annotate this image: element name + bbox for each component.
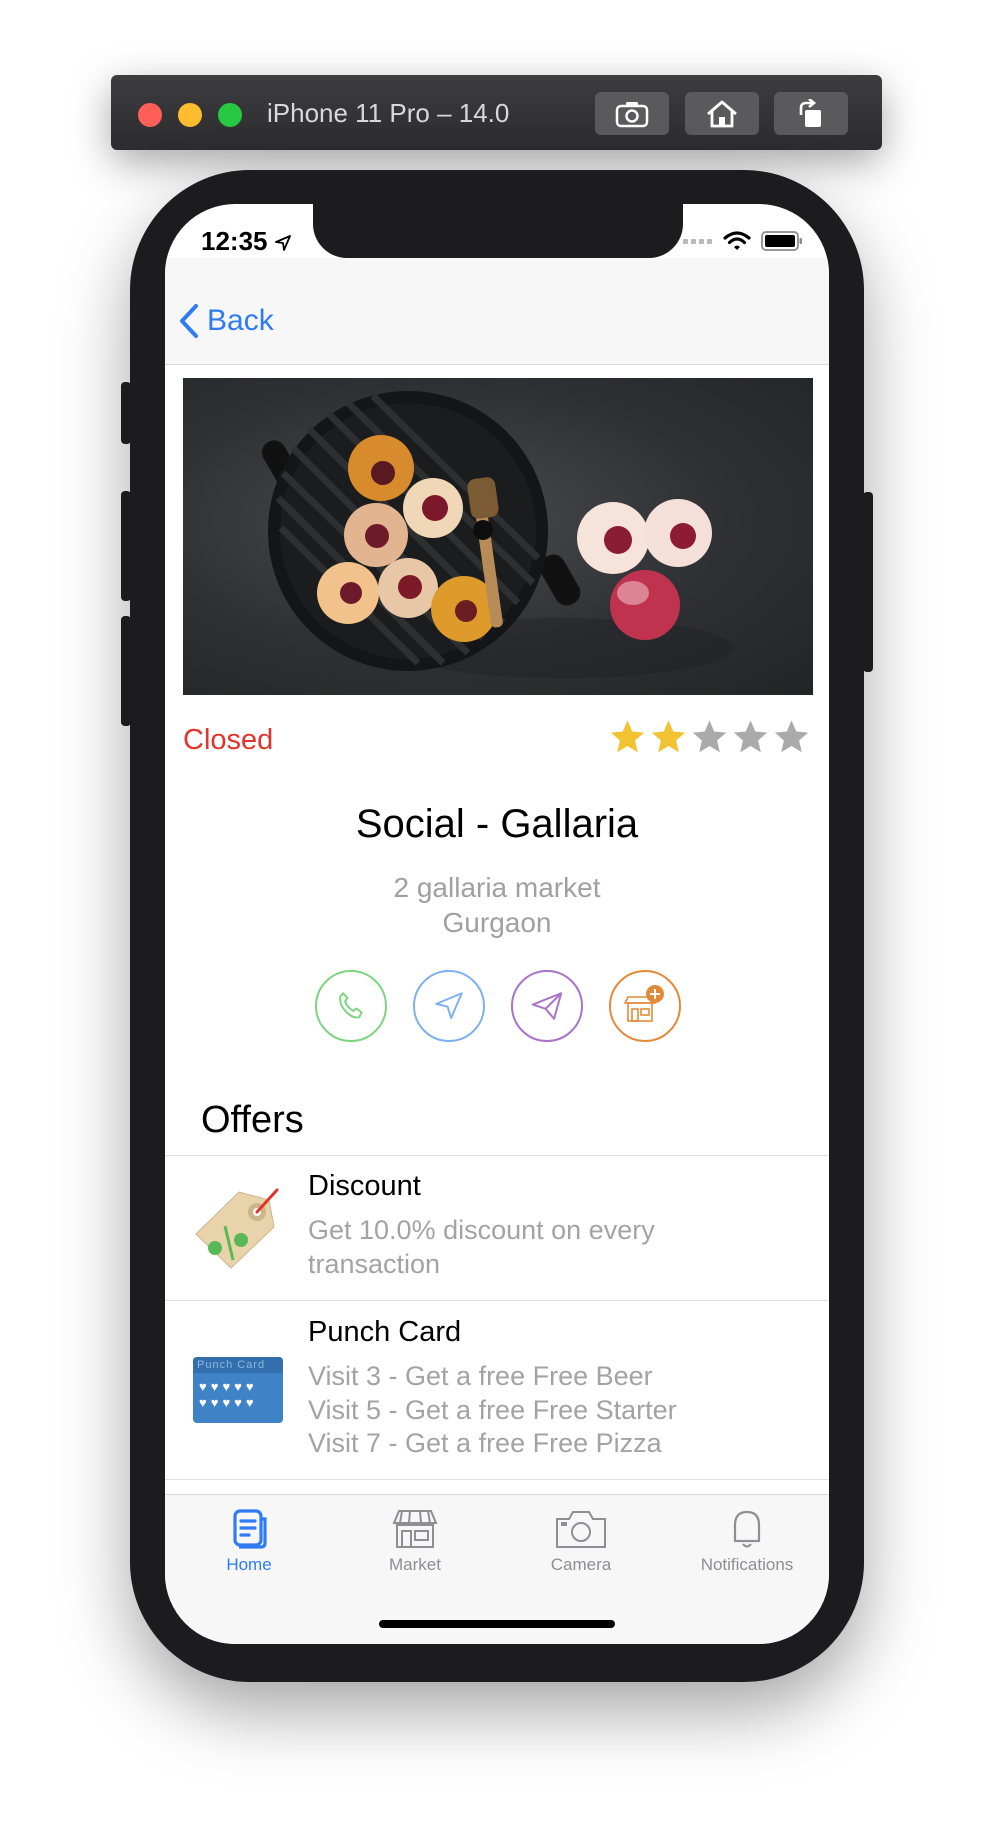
offers-heading: Offers <box>201 1099 304 1141</box>
minimize-window-button[interactable] <box>178 103 202 127</box>
cellular-signal-icon <box>683 239 712 244</box>
call-button[interactable] <box>315 970 387 1042</box>
phone-screen: 12:35 Back Closed Social - Gallaria 2 ga… <box>165 204 829 1644</box>
punch-card-hearts: ♥♥♥♥♥ ♥♥♥♥♥ <box>199 1379 258 1410</box>
simulator-toolbar: iPhone 11 Pro – 14.0 <box>111 75 882 150</box>
rotate-icon <box>799 98 821 127</box>
back-button[interactable]: Back <box>179 304 274 338</box>
screenshot-icon <box>615 101 649 127</box>
zoom-window-button[interactable] <box>218 103 242 127</box>
send-icon <box>531 992 563 1020</box>
back-label: Back <box>207 304 274 337</box>
venue-name: Social - Gallaria <box>355 802 639 846</box>
grilled-peaches-image <box>262 391 733 678</box>
divider <box>165 1300 829 1301</box>
discount-tag-icon <box>195 1188 279 1269</box>
home-indicator[interactable] <box>379 1620 615 1628</box>
volume-up-button <box>121 491 131 601</box>
tab-label: Home <box>226 1555 272 1574</box>
offer-description: Visit 3 - Get a free Free Beer <box>308 1361 653 1391</box>
share-button[interactable] <box>511 970 583 1042</box>
volume-down-button <box>121 616 131 726</box>
open-status: Closed <box>183 724 274 756</box>
offer-description: Visit 5 - Get a free Free Starter <box>308 1395 677 1425</box>
simulator-title: iPhone 11 Pro – 14.0 <box>267 98 510 128</box>
star-empty-icon <box>733 720 768 753</box>
tab-label: Market <box>389 1555 441 1574</box>
add-store-button[interactable] <box>609 970 681 1042</box>
offer-title: Punch Card <box>308 1316 462 1348</box>
navigation-bar: Back <box>165 258 829 365</box>
directions-button[interactable] <box>413 970 485 1042</box>
tab-market[interactable]: Market <box>345 1507 485 1575</box>
market-icon <box>392 1510 438 1548</box>
home-icon <box>707 100 737 127</box>
venue-address-line2: Gurgaon <box>442 907 552 938</box>
offer-title: Discount <box>308 1170 421 1202</box>
tab-label: Notifications <box>700 1555 794 1574</box>
rotate-button[interactable] <box>774 92 848 135</box>
star-filled-icon <box>610 720 645 753</box>
divider <box>165 1479 829 1480</box>
venue-photo <box>183 378 813 695</box>
star-filled-icon <box>651 720 686 753</box>
power-button <box>863 492 873 672</box>
tab-camera[interactable]: Camera <box>511 1507 651 1575</box>
star-empty-icon <box>774 720 809 753</box>
wifi-icon <box>723 231 751 250</box>
battery-icon <box>761 231 802 251</box>
close-window-button[interactable] <box>138 103 162 127</box>
venue-address-line1: 2 gallaria market <box>393 872 601 903</box>
tab-notifications[interactable]: Notifications <box>677 1507 817 1575</box>
screenshot-button[interactable] <box>595 92 669 135</box>
tab-home[interactable]: Home <box>179 1507 319 1575</box>
phone-icon <box>339 992 363 1019</box>
status-indicators <box>683 230 803 252</box>
add-store-icon <box>623 985 664 1022</box>
home-button[interactable] <box>685 92 759 135</box>
star-empty-icon <box>692 720 727 753</box>
offer-description: Visit 7 - Get a free Free Pizza <box>308 1428 662 1458</box>
divider <box>165 1155 829 1156</box>
navigation-icon <box>435 992 463 1020</box>
punch-card-icon: Punch Card ♥♥♥♥♥ ♥♥♥♥♥ <box>193 1357 283 1423</box>
rating-stars <box>608 718 811 756</box>
offer-description: Get 10.0% discount on every <box>308 1215 655 1245</box>
camera-icon <box>556 1511 606 1548</box>
status-time: 12:35 <box>201 226 291 257</box>
home-feed-icon <box>233 1509 267 1549</box>
bell-icon <box>733 1510 761 1548</box>
silent-switch <box>121 382 131 444</box>
location-arrow-icon <box>274 235 291 252</box>
chevron-left-icon <box>180 304 198 338</box>
punch-card-label: Punch Card <box>193 1357 283 1373</box>
tab-label: Camera <box>550 1555 612 1574</box>
notch <box>313 204 683 258</box>
offer-description: transaction <box>308 1249 441 1279</box>
